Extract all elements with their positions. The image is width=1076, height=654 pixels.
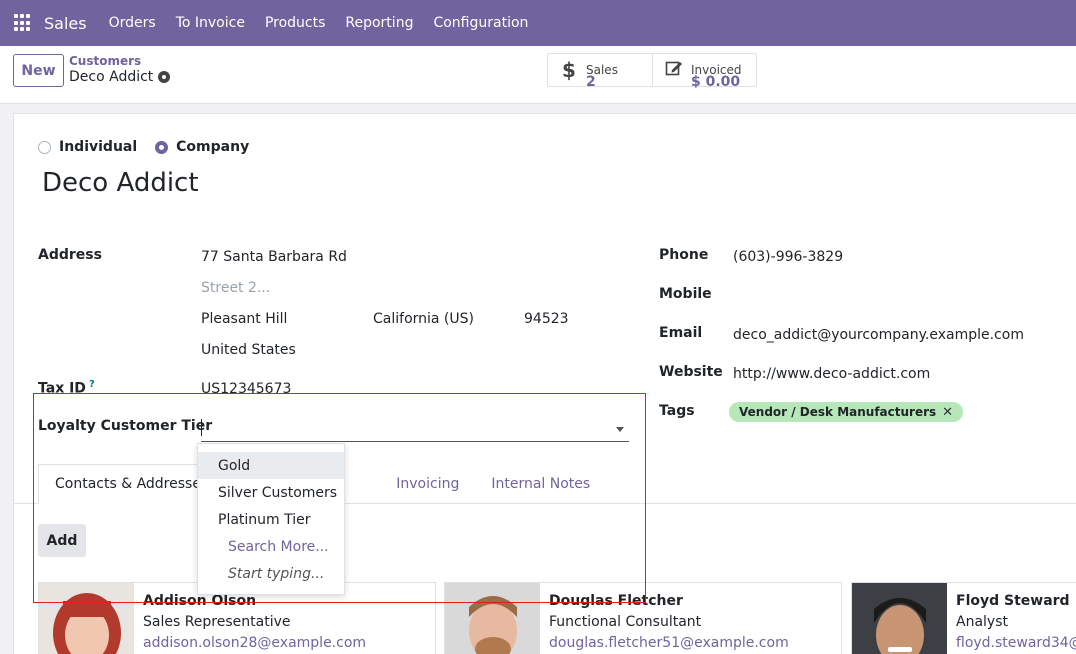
invoiced-stat-value: $ 0.00 bbox=[691, 74, 741, 90]
contact-name: Addison Olson bbox=[143, 593, 257, 609]
tag-badge: Vendor / Desk Manufacturers ✕ bbox=[729, 402, 964, 422]
invoiced-smart-button[interactable]: Invoiced $ 0.00 bbox=[652, 54, 756, 90]
breadcrumb-current-label: Deco Addict bbox=[69, 69, 154, 85]
tag-remove-icon[interactable]: ✕ bbox=[942, 405, 953, 420]
nav-reporting[interactable]: Reporting bbox=[345, 15, 413, 31]
dropdown-option-platinum[interactable]: Platinum Tier bbox=[198, 506, 344, 533]
contact-function: Functional Consultant bbox=[549, 614, 702, 630]
nav-configuration[interactable]: Configuration bbox=[433, 15, 528, 31]
add-contact-button[interactable]: Add bbox=[38, 524, 86, 557]
nav-to-invoice[interactable]: To Invoice bbox=[176, 15, 245, 31]
app-title[interactable]: Sales bbox=[44, 14, 87, 33]
website-label: Website bbox=[659, 364, 723, 380]
dropdown-arrow-icon[interactable] bbox=[616, 427, 624, 432]
mobile-label: Mobile bbox=[659, 286, 712, 302]
start-typing-hint: Start typing... bbox=[228, 565, 325, 582]
street2-field[interactable]: Street 2... bbox=[201, 280, 270, 296]
partner-name[interactable]: Deco Addict bbox=[42, 168, 199, 198]
contact-email[interactable]: addison.olson28@example.com bbox=[143, 635, 366, 651]
website-field[interactable]: http://www.deco-addict.com bbox=[733, 366, 930, 382]
breadcrumb-current: Deco Addict bbox=[69, 69, 171, 85]
radio-individual-label[interactable]: Individual bbox=[59, 139, 137, 155]
loyalty-tier-dropdown: Gold Silver Customers Platinum Tier Sear… bbox=[197, 443, 345, 595]
help-icon[interactable]: ? bbox=[89, 379, 95, 390]
avatar bbox=[445, 583, 540, 654]
tab-invoicing[interactable]: Invoicing bbox=[380, 464, 475, 504]
city-field[interactable]: Pleasant Hill bbox=[201, 311, 287, 327]
control-panel: New Customers Deco Addict $ Sales 2 Invo… bbox=[0, 46, 1076, 104]
contact-function: Sales Representative bbox=[143, 614, 291, 630]
tab-internal-notes[interactable]: Internal Notes bbox=[475, 464, 606, 504]
street-field[interactable]: 77 Santa Barbara Rd bbox=[201, 249, 347, 265]
dropdown-option-silver[interactable]: Silver Customers bbox=[198, 479, 344, 506]
email-field[interactable]: deco_addict@yourcompany.example.com bbox=[733, 327, 1024, 343]
contact-function: Analyst bbox=[956, 614, 1008, 630]
phone-label: Phone bbox=[659, 247, 709, 263]
contact-card[interactable]: Floyd Steward Analyst floyd.steward34@ex… bbox=[851, 582, 1076, 654]
smart-buttons: $ Sales 2 Invoiced $ 0.00 bbox=[547, 53, 757, 90]
avatar bbox=[852, 583, 947, 654]
tax-id-label: Tax ID? bbox=[38, 379, 95, 397]
top-navbar: Sales Orders To Invoice Products Reporti… bbox=[0, 0, 1076, 46]
company-type-radio: Individual Company bbox=[38, 139, 267, 155]
radio-individual[interactable] bbox=[38, 140, 51, 154]
new-button[interactable]: New bbox=[13, 54, 64, 87]
breadcrumb-customers[interactable]: Customers bbox=[69, 54, 141, 68]
state-field[interactable]: California (US) bbox=[373, 311, 474, 327]
avatar bbox=[39, 583, 134, 654]
edit-icon bbox=[665, 59, 683, 81]
tax-id-field[interactable]: US12345673 bbox=[201, 381, 291, 397]
radio-company[interactable] bbox=[155, 140, 169, 154]
zip-field[interactable]: 94523 bbox=[524, 311, 569, 327]
tax-id-label-text: Tax ID bbox=[38, 380, 86, 397]
sales-smart-button[interactable]: $ Sales 2 bbox=[548, 54, 652, 90]
sales-stat-value: 2 bbox=[586, 74, 596, 90]
country-field[interactable]: United States bbox=[201, 342, 296, 358]
dollar-icon: $ bbox=[562, 58, 576, 82]
radio-company-label[interactable]: Company bbox=[176, 139, 249, 155]
address-label: Address bbox=[38, 247, 102, 263]
gear-icon[interactable] bbox=[158, 71, 171, 83]
text-caret bbox=[201, 419, 202, 436]
contact-card[interactable]: Douglas Fletcher Functional Consultant d… bbox=[444, 582, 842, 654]
nav-products[interactable]: Products bbox=[265, 15, 325, 31]
apps-menu-icon[interactable] bbox=[14, 14, 32, 32]
tag-label: Vendor / Desk Manufacturers bbox=[739, 405, 937, 419]
loyalty-tier-input[interactable] bbox=[201, 416, 629, 442]
tags-label: Tags bbox=[659, 403, 695, 419]
loyalty-tier-label: Loyalty Customer Tier bbox=[38, 418, 213, 434]
search-more-link[interactable]: Search More... bbox=[198, 533, 344, 560]
contact-name: Floyd Steward bbox=[956, 593, 1070, 609]
dropdown-option-gold[interactable]: Gold bbox=[198, 452, 344, 479]
contact-name: Douglas Fletcher bbox=[549, 593, 683, 609]
email-label: Email bbox=[659, 325, 703, 341]
phone-field[interactable]: (603)-996-3829 bbox=[733, 249, 843, 265]
contact-email[interactable]: douglas.fletcher51@example.com bbox=[549, 635, 789, 651]
nav-orders[interactable]: Orders bbox=[109, 15, 156, 31]
contact-email[interactable]: floyd.steward34@example.com bbox=[956, 635, 1076, 651]
